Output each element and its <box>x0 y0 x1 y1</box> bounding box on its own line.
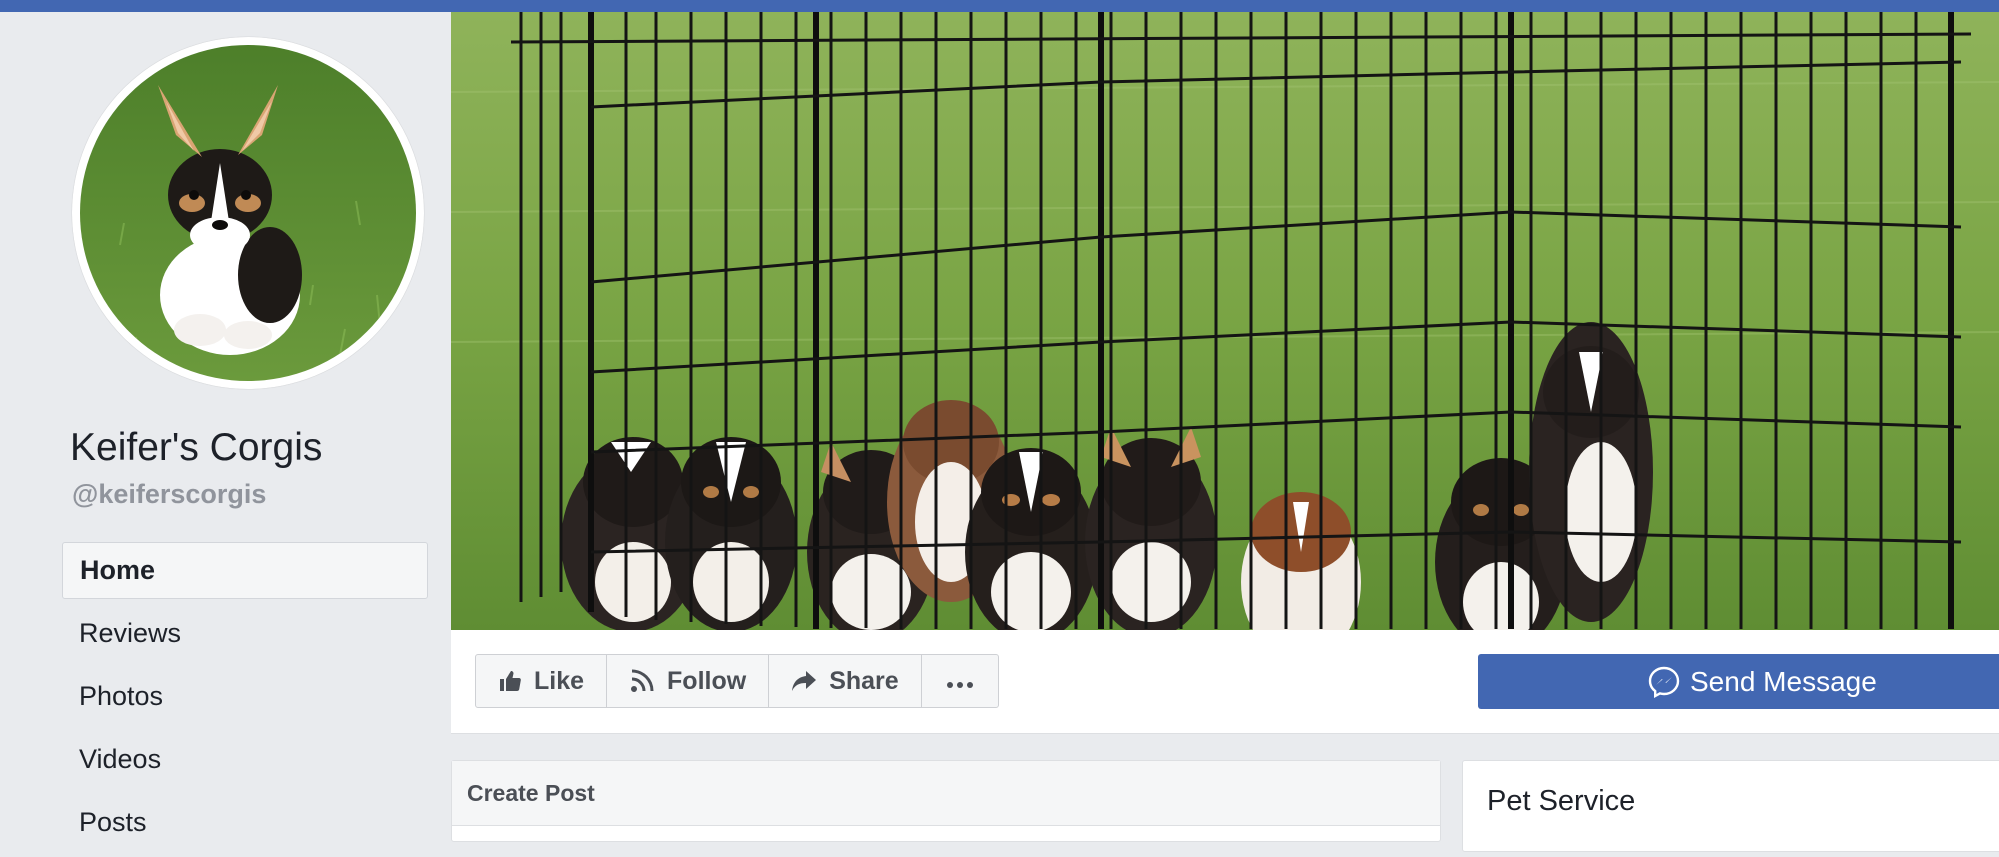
page-category[interactable]: Pet Service <box>1487 785 1635 818</box>
follow-button[interactable]: Follow <box>607 655 770 707</box>
nav-item-photos[interactable]: Photos <box>62 668 428 725</box>
ellipsis-icon <box>946 667 974 696</box>
page-title[interactable]: Keifer's Corgis <box>70 422 322 474</box>
send-message-button[interactable]: Send Message <box>1478 654 1999 709</box>
share-button[interactable]: Share <box>769 655 922 707</box>
rss-feed-icon <box>629 668 655 694</box>
messenger-icon <box>1648 666 1680 698</box>
page-action-bar: Like Follow Share Send Message <box>451 630 1999 734</box>
more-options-button[interactable] <box>922 655 998 707</box>
nav-item-videos[interactable]: Videos <box>62 731 428 788</box>
page-nav: Home Reviews Photos Videos Posts <box>62 542 428 857</box>
create-post-card[interactable]: Create Post <box>451 760 1441 842</box>
like-button[interactable]: Like <box>476 655 608 707</box>
page-username[interactable]: @keiferscorgis <box>72 476 266 512</box>
nav-item-reviews[interactable]: Reviews <box>62 605 428 662</box>
nav-item-label: Home <box>80 555 156 585</box>
thumbs-up-icon <box>498 669 522 693</box>
nav-item-home[interactable]: Home <box>62 542 428 599</box>
cover-photo[interactable] <box>451 12 1999 630</box>
action-button-group: Like Follow Share <box>475 654 999 708</box>
nav-item-label: Photos <box>79 681 164 711</box>
create-post-title: Create Post <box>452 761 1440 826</box>
share-label: Share <box>829 666 899 695</box>
top-nav-bar <box>0 0 1999 12</box>
nav-item-label: Videos <box>79 744 162 774</box>
share-arrow-icon <box>791 669 817 693</box>
follow-label: Follow <box>667 666 747 695</box>
profile-picture[interactable] <box>72 37 424 389</box>
send-message-label: Send Message <box>1690 665 1877 697</box>
nav-item-posts[interactable]: Posts <box>62 794 428 851</box>
about-card: Pet Service <box>1462 760 1999 852</box>
nav-item-label: Posts <box>79 807 147 837</box>
like-label: Like <box>534 666 585 695</box>
nav-item-label: Reviews <box>79 618 182 648</box>
profile-photo-corgi <box>80 45 416 381</box>
